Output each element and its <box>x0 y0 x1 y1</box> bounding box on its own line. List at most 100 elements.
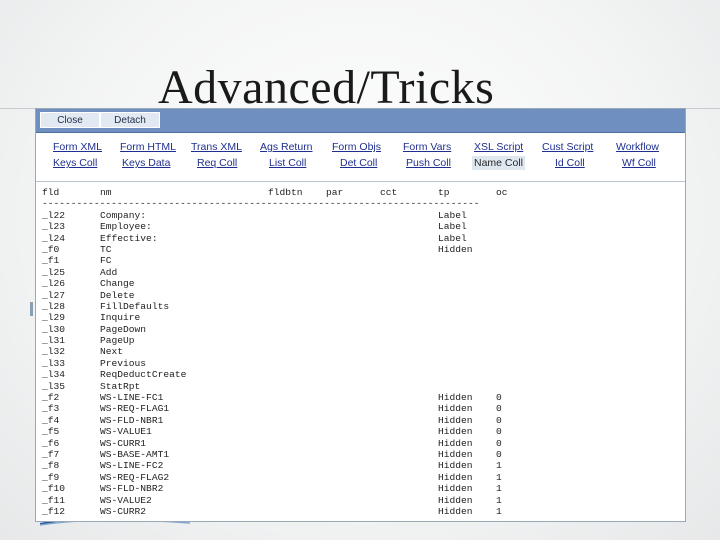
row-fld: _l32 <box>42 346 66 358</box>
tab-det-coll[interactable]: Det Coll <box>340 156 377 170</box>
row-fld: _l27 <box>42 289 66 301</box>
table-row: _f0 TC Hidden <box>36 244 685 255</box>
col-header-nm: nm <box>100 187 112 198</box>
table-row: _l26 Change <box>36 278 685 289</box>
row-fld: _f11 <box>42 494 66 506</box>
row-oc: 0 <box>496 403 502 415</box>
row-fld: _l28 <box>42 300 66 312</box>
row-nm: WS-VALUE2 <box>100 494 152 506</box>
tab-bar: Form XML Form HTML Trans XML Ags Return … <box>36 137 685 182</box>
separator-text: ----------------------------------------… <box>42 198 480 210</box>
row-nm: PageUp <box>100 335 135 347</box>
row-fld: _l35 <box>42 380 66 392</box>
row-tp: Hidden <box>438 448 473 460</box>
row-nm: WS-CURR2 <box>100 505 147 517</box>
row-nm: Employee: <box>100 221 152 233</box>
row-fld: _f3 <box>42 403 60 415</box>
listing-header: fld nm fldbtn par cct tp oc <box>36 187 685 198</box>
tab-workflow[interactable]: Workflow <box>616 140 659 154</box>
table-row: _l24 Effective: Label <box>36 233 685 244</box>
row-nm: Inquire <box>100 312 141 324</box>
row-nm: StatRpt <box>100 380 141 392</box>
row-fld: _f6 <box>42 437 60 449</box>
row-tp: Hidden <box>438 414 473 426</box>
row-oc: 0 <box>496 448 502 460</box>
tab-form-vars[interactable]: Form Vars <box>403 140 451 154</box>
row-fld: _f10 <box>42 483 66 495</box>
tab-id-coll[interactable]: Id Coll <box>555 156 585 170</box>
tab-list-coll[interactable]: List Coll <box>269 156 306 170</box>
row-tp: Label <box>438 209 467 221</box>
tab-req-coll[interactable]: Req Coll <box>197 156 237 170</box>
listing-separator: ----------------------------------------… <box>36 198 685 209</box>
tab-name-coll[interactable]: Name Coll <box>472 156 526 170</box>
row-tp: Label <box>438 232 467 244</box>
table-row: _l29 Inquire <box>36 312 685 323</box>
table-row: _f8 WS-LINE-FC2 Hidden 1 <box>36 460 685 471</box>
row-nm: Add <box>100 266 118 278</box>
name-coll-listing: fld nm fldbtn par cct tp oc ------------… <box>36 181 685 521</box>
tab-form-objs[interactable]: Form Objs <box>332 140 381 154</box>
table-row: _f10 WS-FLD-NBR2 Hidden 1 <box>36 483 685 494</box>
row-oc: 0 <box>496 437 502 449</box>
table-row: _l28 FillDefaults <box>36 301 685 312</box>
row-nm: WS-LINE-FC2 <box>100 460 164 472</box>
row-nm: WS-FLD-NBR2 <box>100 483 164 495</box>
table-row: _l27 Delete <box>36 290 685 301</box>
detach-button[interactable]: Detach <box>100 112 160 128</box>
row-nm: TC <box>100 243 112 255</box>
row-nm: WS-REQ-FLAG1 <box>100 403 170 415</box>
row-nm: WS-REQ-FLAG2 <box>100 471 170 483</box>
col-header-oc: oc <box>496 187 508 198</box>
tab-form-xml[interactable]: Form XML <box>53 140 102 154</box>
table-row: _l34 ReqDeductCreate <box>36 369 685 380</box>
row-oc: 1 <box>496 483 502 495</box>
slide-side-marker <box>30 302 33 316</box>
tab-cust-script[interactable]: Cust Script <box>542 140 593 154</box>
tab-push-coll[interactable]: Push Coll <box>406 156 451 170</box>
table-row: _f3 WS-REQ-FLAG1 Hidden 0 <box>36 403 685 414</box>
row-fld: _f12 <box>42 505 66 517</box>
row-fld: _f5 <box>42 426 60 438</box>
row-oc: 1 <box>496 505 502 517</box>
row-tp: Hidden <box>438 471 473 483</box>
slide-title: Advanced/Tricks <box>158 61 495 114</box>
tab-xsl-script[interactable]: XSL Script <box>474 140 523 154</box>
close-button[interactable]: Close <box>40 112 100 128</box>
row-fld: _f2 <box>42 392 60 404</box>
row-nm: Company: <box>100 209 147 221</box>
tab-keys-coll[interactable]: Keys Coll <box>53 156 97 170</box>
table-row: _f1 FC <box>36 255 685 266</box>
tab-form-html[interactable]: Form HTML <box>120 140 176 154</box>
tab-trans-xml[interactable]: Trans XML <box>191 140 242 154</box>
row-tp: Label <box>438 221 467 233</box>
table-row: _f5 WS-VALUE1 Hidden 0 <box>36 426 685 437</box>
row-oc: 0 <box>496 414 502 426</box>
table-row: _f2 WS-LINE-FC1 Hidden 0 <box>36 392 685 403</box>
row-fld: _f7 <box>42 448 60 460</box>
row-tp: Hidden <box>438 392 473 404</box>
tab-wf-coll[interactable]: Wf Coll <box>622 156 656 170</box>
row-fld: _l30 <box>42 323 66 335</box>
row-fld: _l24 <box>42 232 66 244</box>
row-tp: Hidden <box>438 460 473 472</box>
row-nm: WS-BASE-AMT1 <box>100 448 170 460</box>
tab-keys-data[interactable]: Keys Data <box>122 156 170 170</box>
col-header-par: par <box>326 187 344 198</box>
table-row: _f6 WS-CURR1 Hidden 0 <box>36 438 685 449</box>
tab-ags-return[interactable]: Ags Return <box>260 140 313 154</box>
row-fld: _l33 <box>42 357 66 369</box>
col-header-fld: fld <box>42 187 60 198</box>
row-nm: ReqDeductCreate <box>100 369 187 381</box>
row-nm: Next <box>100 346 124 358</box>
row-fld: _l23 <box>42 221 66 233</box>
row-fld: _f0 <box>42 243 60 255</box>
row-fld: _f4 <box>42 414 60 426</box>
row-nm: Effective: <box>100 232 158 244</box>
row-nm: WS-FLD-NBR1 <box>100 414 164 426</box>
table-row: _l22 Company: Label <box>36 210 685 221</box>
table-row: _l31 PageUp <box>36 335 685 346</box>
table-row: _f9 WS-REQ-FLAG2 Hidden 1 <box>36 472 685 483</box>
table-row: _f12 WS-CURR2 Hidden 1 <box>36 506 685 517</box>
row-tp: Hidden <box>438 483 473 495</box>
